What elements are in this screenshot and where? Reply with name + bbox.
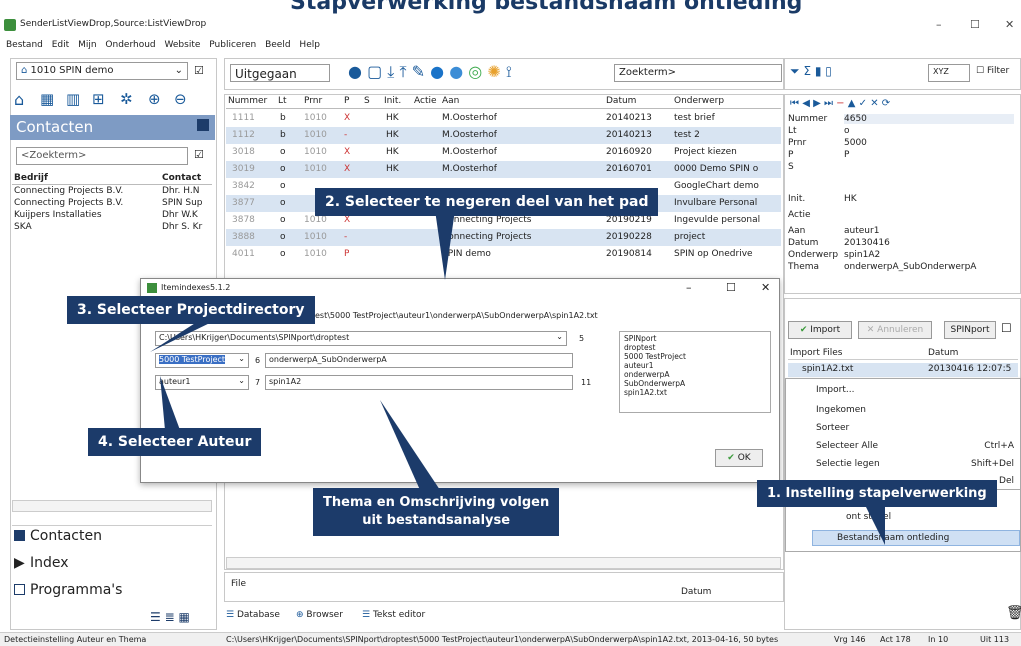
status-in: In 10 [928, 635, 949, 644]
callout-step-5-line-1: Thema en Omschrijving volgen [323, 495, 550, 510]
status-vrg: Vrg 146 [834, 635, 866, 644]
pointer-3 [150, 320, 216, 352]
status-act: Act 178 [880, 635, 911, 644]
pointer-2 [435, 210, 455, 280]
status-path: C:\Users\HKrijger\Documents\SPINport\dro… [226, 635, 779, 644]
callout-step-4: 4. Selecteer Auteur [88, 428, 262, 456]
status-uit: Uit 113 [980, 635, 1010, 644]
pointer-4 [160, 376, 180, 430]
callout-step-1: 1. Instelling stapelverwerking [757, 480, 997, 507]
callout-step-5: Thema en Omschrijving volgen uit bestand… [313, 488, 560, 536]
callout-step-3: 3. Selecteer Projectdirectory [67, 296, 315, 324]
status-left: Detectieinstelling Auteur en Thema [4, 635, 147, 644]
status-bar: Detectieinstelling Auteur en Thema C:\Us… [0, 632, 1021, 646]
pointer-1 [865, 505, 885, 545]
pointer-5 [380, 400, 440, 490]
callout-step-5-line-2: uit bestandsanalyse [362, 513, 511, 528]
callout-step-2: 2. Selecteer te negeren deel van het pad [315, 188, 659, 216]
